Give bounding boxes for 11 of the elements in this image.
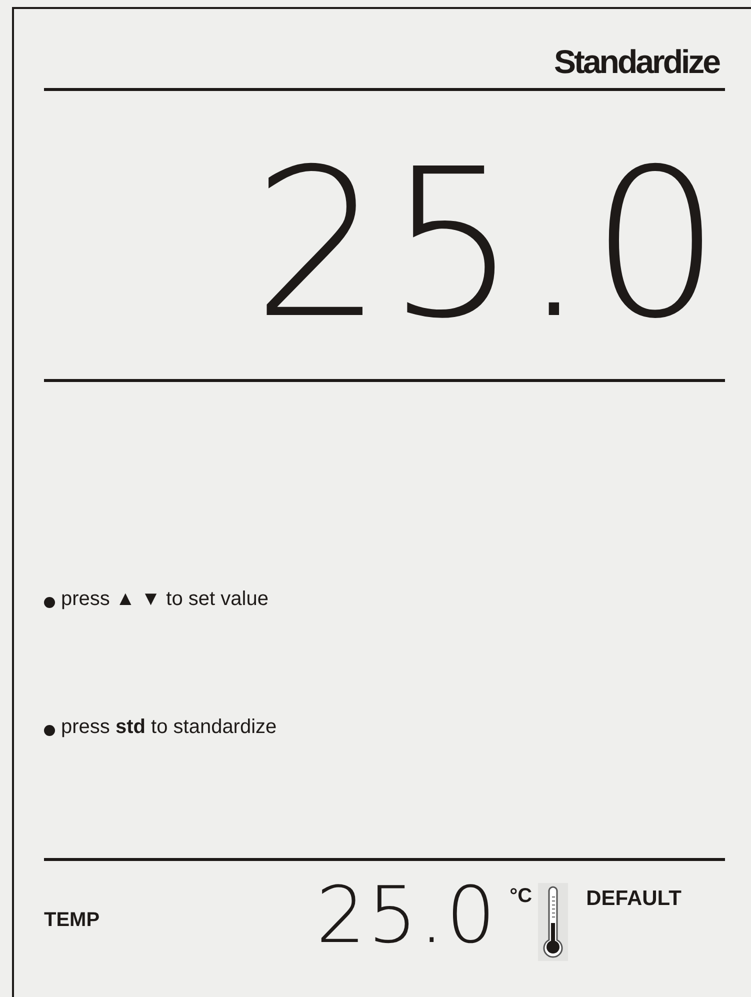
instruction-text: press std to standardize [61, 715, 277, 740]
temp-label: TEMP [44, 908, 101, 933]
thermometer-icon [538, 883, 568, 961]
unit-label: °C [510, 884, 532, 909]
reading-display: 25.0 [252, 126, 725, 364]
mode-label: DEFAULT [586, 886, 682, 912]
bullet-icon [44, 724, 55, 736]
screen-title: Standardize [554, 43, 719, 80]
temperature-reading: 25.0 [316, 877, 498, 961]
instruction-text: press ▲ ▼ to set value [61, 587, 268, 612]
bullet-icon [44, 596, 55, 608]
